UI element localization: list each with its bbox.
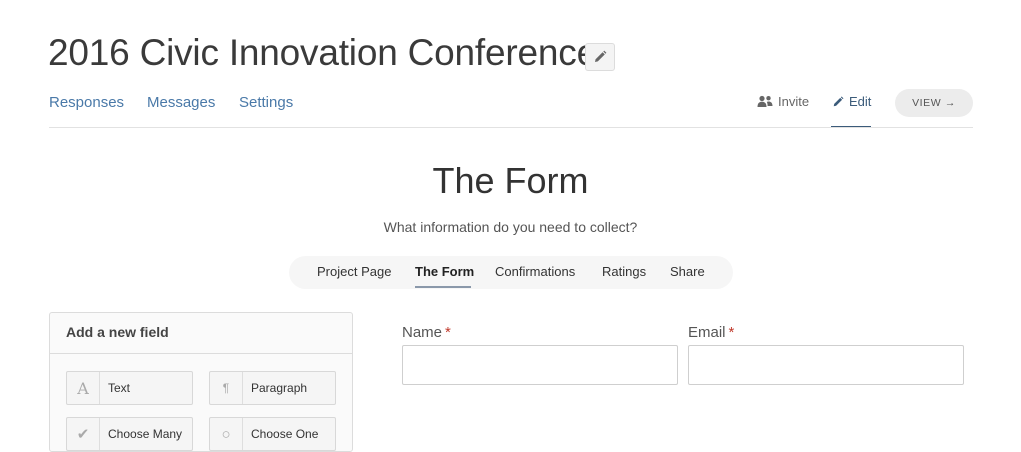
project-title: 2016 Civic Innovation Conference [48, 32, 597, 73]
section-heading: The Form [432, 160, 589, 201]
email-input[interactable] [688, 345, 964, 385]
name-field-label: Name * [402, 324, 451, 341]
email-label-text: Email [688, 324, 726, 341]
nav-settings[interactable]: Settings [239, 94, 293, 111]
name-input[interactable] [402, 345, 678, 385]
nav-messages[interactable]: Messages [147, 94, 215, 111]
name-label-text: Name [402, 324, 443, 341]
pilcrow-icon: ¶ [210, 372, 243, 404]
users-icon [757, 95, 773, 107]
radio-circle-icon: ○ [210, 418, 243, 450]
add-choose-many-field-button[interactable]: ✔ Choose Many [66, 417, 193, 451]
tab-share[interactable]: Share [670, 264, 705, 279]
active-tab-indicator [415, 286, 471, 288]
invite-label: Invite [778, 94, 810, 109]
add-text-field-button[interactable]: A Text [66, 371, 193, 405]
view-button[interactable]: VIEW → [895, 89, 973, 117]
panel-divider [50, 353, 352, 354]
add-choose-one-field-button[interactable]: ○ Choose One [209, 417, 336, 451]
add-field-title: Add a new field [66, 324, 169, 340]
edit-label: Edit [849, 94, 872, 109]
tab-confirmations[interactable]: Confirmations [495, 264, 575, 279]
field-type-label: Paragraph [251, 381, 308, 395]
invite-link[interactable]: Invite [757, 94, 809, 109]
edit-title-button[interactable] [585, 43, 615, 71]
checkmark-icon: ✔ [67, 418, 100, 450]
letter-a-icon: A [67, 372, 100, 404]
pencil-icon [595, 50, 607, 62]
tab-the-form[interactable]: The Form [415, 264, 474, 279]
pencil-icon [833, 96, 844, 106]
header-divider [49, 127, 973, 128]
field-type-label: Text [108, 381, 131, 395]
tab-project-page[interactable]: Project Page [317, 264, 391, 279]
nav-responses[interactable]: Responses [49, 94, 124, 111]
edit-link[interactable]: Edit [832, 94, 871, 109]
email-field-label: Email * [688, 324, 734, 341]
field-type-label: Choose One [251, 427, 319, 441]
tab-ratings[interactable]: Ratings [602, 264, 646, 279]
add-paragraph-field-button[interactable]: ¶ Paragraph [209, 371, 336, 405]
field-type-label: Choose Many [108, 427, 183, 441]
section-subtitle: What information do you need to collect? [383, 219, 638, 235]
required-marker: * [728, 324, 735, 341]
required-marker: * [445, 324, 451, 341]
